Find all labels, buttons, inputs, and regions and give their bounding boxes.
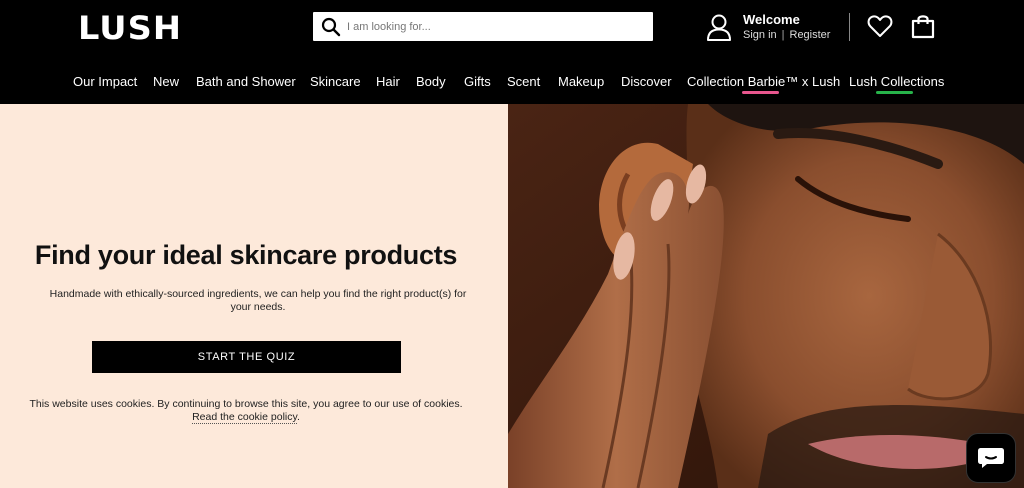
shopping-bag-icon[interactable] (910, 13, 936, 39)
chat-bubble-icon (978, 448, 1004, 468)
hero-image (508, 104, 1024, 488)
main-navigation: Our Impact New Bath and Shower Skincare … (0, 72, 1024, 94)
cookie-text: This website uses cookies. By continuing… (29, 398, 463, 410)
search-input[interactable] (347, 20, 637, 33)
hero-text-panel: Find your ideal skincare products Handma… (0, 104, 508, 488)
welcome-label: Welcome (743, 12, 800, 27)
nav-item-gifts[interactable]: Gifts (464, 72, 491, 92)
collections-underline (876, 91, 913, 94)
search-icon[interactable] (321, 17, 341, 37)
nav-item-makeup[interactable]: Makeup (558, 72, 604, 92)
nav-item-bath-and-shower[interactable]: Bath and Shower (196, 72, 296, 92)
site-header: LUSH Welcome Sign in | Register Our Im (0, 0, 1024, 104)
hero-title: Find your ideal skincare products (34, 240, 458, 270)
nav-item-scent[interactable]: Scent (507, 72, 540, 92)
hero-subtitle: Handmade with ethically-sourced ingredie… (49, 288, 467, 313)
lush-logo[interactable]: LUSH (78, 8, 182, 48)
barbie-underline (742, 91, 779, 94)
register-link[interactable]: Register (790, 28, 831, 42)
account-separator: | (781, 29, 785, 41)
nav-item-discover[interactable]: Discover (621, 72, 672, 92)
sign-in-link[interactable]: Sign in (743, 28, 777, 42)
start-quiz-button[interactable]: START THE QUIZ (92, 341, 401, 373)
cookie-notice: This website uses cookies. By continuing… (29, 398, 463, 424)
account-menu[interactable]: Welcome Sign in | Register (706, 12, 830, 42)
nav-item-collection-barbie[interactable]: Collection Barbie™ x Lush (687, 72, 840, 92)
nav-item-new[interactable]: New (153, 72, 179, 92)
nav-item-hair[interactable]: Hair (376, 72, 400, 92)
nav-item-body[interactable]: Body (416, 72, 446, 92)
search-bar[interactable] (313, 12, 653, 41)
nav-item-skincare[interactable]: Skincare (310, 72, 361, 92)
heart-icon[interactable] (867, 14, 893, 38)
header-divider (849, 13, 850, 41)
nav-item-lush-collections[interactable]: Lush Collections (849, 72, 944, 92)
man-touching-face-photo (508, 104, 1024, 488)
cookie-policy-link[interactable]: Read the cookie policy (192, 411, 297, 424)
user-icon[interactable] (706, 13, 732, 41)
chat-button[interactable] (966, 433, 1016, 483)
nav-item-our-impact[interactable]: Our Impact (73, 72, 137, 92)
